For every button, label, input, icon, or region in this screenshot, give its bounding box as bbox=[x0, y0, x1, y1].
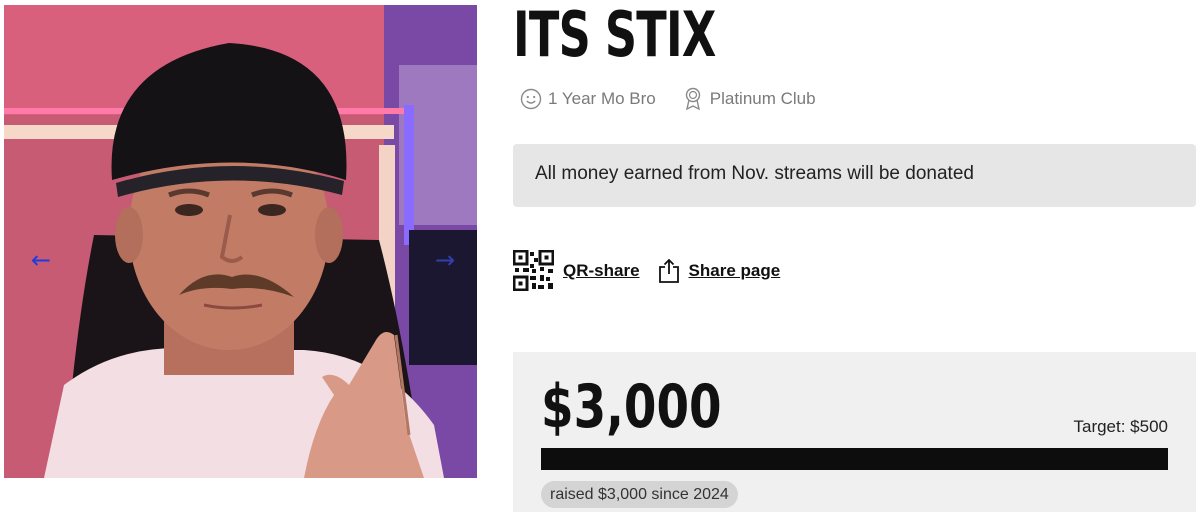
share-page-link[interactable]: Share page bbox=[658, 258, 781, 284]
smiley-icon bbox=[520, 88, 542, 110]
award-ribbon-icon bbox=[685, 87, 700, 111]
badge-list: 1 Year Mo Bro Platinum Club bbox=[520, 87, 816, 111]
raised-amount: $3,000 bbox=[541, 372, 722, 442]
progress-bar bbox=[541, 448, 1168, 470]
qr-code-icon bbox=[513, 250, 554, 291]
page-title: ITS STIX bbox=[513, 0, 716, 71]
share-actions: QR-share Share page bbox=[513, 250, 798, 291]
share-page-label: Share page bbox=[688, 260, 781, 280]
badge-label: 1 Year Mo Bro bbox=[548, 89, 656, 108]
qr-share-label: QR-share bbox=[563, 260, 640, 280]
arrow-left-icon: ← bbox=[30, 246, 52, 274]
profile-photo: ← → bbox=[4, 5, 477, 478]
share-upload-icon bbox=[658, 258, 679, 283]
target-amount: Target: $500 bbox=[1073, 417, 1168, 436]
profile-photo-illustration bbox=[4, 5, 477, 478]
carousel-prev-button[interactable]: ← bbox=[24, 243, 58, 277]
arrow-right-icon: → bbox=[434, 246, 456, 274]
badge-platinum-club: Platinum Club bbox=[682, 87, 816, 111]
raised-since-badge: raised $3,000 since 2024 bbox=[541, 481, 738, 508]
progress-bar-fill bbox=[541, 448, 1168, 470]
qr-share-link[interactable]: QR-share bbox=[513, 250, 640, 291]
fundraiser-message: All money earned from Nov. streams will … bbox=[513, 144, 1196, 207]
fundraising-stats: $3,000 Target: $500 raised $3,000 since … bbox=[513, 352, 1196, 512]
carousel-next-button[interactable]: → bbox=[428, 243, 462, 277]
badge-mo-bro: 1 Year Mo Bro bbox=[520, 88, 656, 110]
badge-label: Platinum Club bbox=[709, 89, 816, 108]
